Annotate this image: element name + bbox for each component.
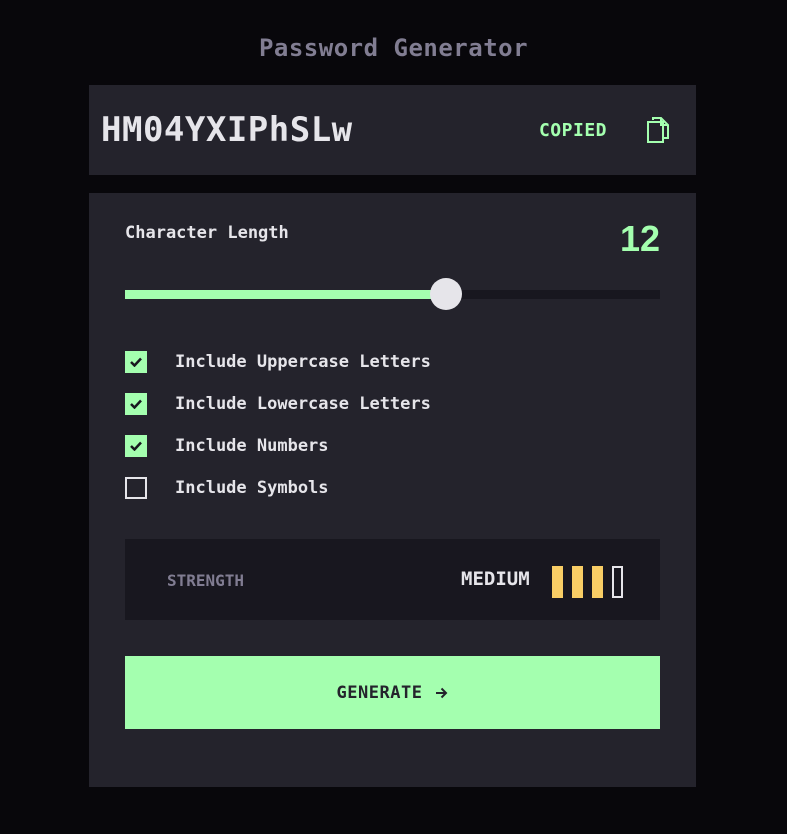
strength-bar bbox=[572, 566, 583, 598]
numbers-label: Include Numbers bbox=[175, 436, 329, 456]
option-uppercase[interactable]: Include Uppercase Letters bbox=[125, 351, 431, 373]
uppercase-checkbox[interactable] bbox=[125, 351, 147, 373]
strength-level: MEDIUM bbox=[461, 568, 530, 590]
password-display: HM04YXIPhSLw bbox=[101, 110, 353, 150]
length-slider-thumb[interactable] bbox=[430, 278, 462, 310]
strength-bar bbox=[612, 566, 623, 598]
strength-bars bbox=[552, 566, 623, 598]
length-slider-fill bbox=[125, 290, 446, 299]
check-icon bbox=[130, 357, 142, 367]
uppercase-label: Include Uppercase Letters bbox=[175, 352, 431, 372]
strength-meter: STRENGTH MEDIUM bbox=[125, 539, 660, 620]
options-list: Include Uppercase Letters Include Lowerc… bbox=[125, 351, 431, 519]
strength-label: STRENGTH bbox=[167, 571, 245, 590]
generate-label: GENERATE bbox=[336, 682, 423, 703]
password-output-panel: HM04YXIPhSLw COPIED bbox=[89, 85, 696, 175]
symbols-checkbox[interactable] bbox=[125, 477, 147, 499]
character-length-value: 12 bbox=[619, 218, 660, 259]
option-lowercase[interactable]: Include Lowercase Letters bbox=[125, 393, 431, 415]
generate-button[interactable]: GENERATE bbox=[125, 656, 660, 729]
lowercase-checkbox[interactable] bbox=[125, 393, 147, 415]
strength-bar bbox=[592, 566, 603, 598]
copied-status: COPIED bbox=[538, 119, 607, 141]
numbers-checkbox[interactable] bbox=[125, 435, 147, 457]
settings-panel: Character Length 12 Include Uppercase Le… bbox=[89, 193, 696, 787]
arrow-right-icon bbox=[436, 687, 448, 699]
lowercase-label: Include Lowercase Letters bbox=[175, 394, 431, 414]
length-slider[interactable] bbox=[125, 278, 660, 310]
character-length-label: Character Length bbox=[125, 223, 289, 243]
option-symbols[interactable]: Include Symbols bbox=[125, 477, 431, 499]
page-title: Password Generator bbox=[258, 34, 529, 62]
option-numbers[interactable]: Include Numbers bbox=[125, 435, 431, 457]
copy-icon[interactable] bbox=[645, 116, 671, 144]
strength-bar bbox=[552, 566, 563, 598]
check-icon bbox=[130, 441, 142, 451]
symbols-label: Include Symbols bbox=[175, 478, 329, 498]
check-icon bbox=[130, 399, 142, 409]
